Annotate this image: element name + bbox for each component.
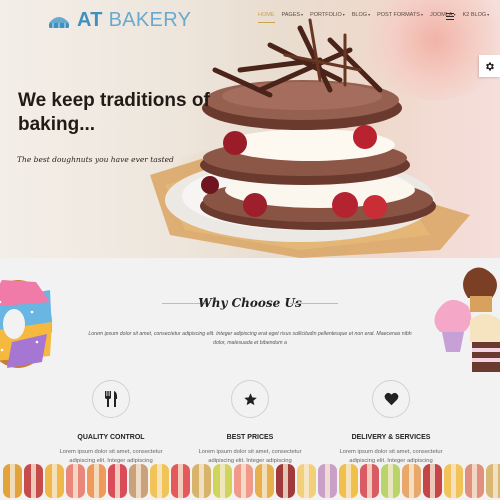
settings-button[interactable] xyxy=(479,55,500,77)
logo-text: AT BAKERY xyxy=(77,9,192,31)
donut-image xyxy=(0,280,52,368)
macaron xyxy=(87,464,106,498)
macaron xyxy=(276,464,295,498)
caret-down-icon: ▾ xyxy=(301,12,304,17)
macaron xyxy=(192,464,211,498)
gear-icon xyxy=(486,62,494,70)
macaron xyxy=(360,464,379,498)
macaron xyxy=(3,464,22,498)
feature-quality: Quality Control Lorem ipsum dolor sit am… xyxy=(31,380,191,466)
heart-icon xyxy=(384,392,398,406)
hero-title: We keep traditions of baking... xyxy=(18,90,210,135)
caret-down-icon: ▾ xyxy=(342,12,345,17)
feature-icon-circle[interactable] xyxy=(92,380,130,418)
cake-logo-icon xyxy=(49,17,69,28)
macaron xyxy=(255,464,274,498)
macaron xyxy=(24,464,43,498)
caret-down-icon: ▾ xyxy=(487,12,490,17)
macaron xyxy=(129,464,148,498)
nav-item-k2-blog[interactable]: K2 Blog▾ xyxy=(463,12,490,23)
star-icon xyxy=(243,392,257,405)
caret-down-icon: ▾ xyxy=(420,12,423,17)
macaron xyxy=(297,464,316,498)
nav-item-post-formats[interactable]: Post Formats▾ xyxy=(377,12,423,23)
utensils-icon xyxy=(105,391,118,407)
nav-item-home[interactable]: Home xyxy=(258,12,275,23)
hero-subtitle: The best doughnuts you have ever tasted xyxy=(17,155,174,164)
nav-item-portfolio[interactable]: Portfolio▾ xyxy=(310,12,345,23)
macaron xyxy=(213,464,232,498)
why-title: Why Choose Us xyxy=(198,296,302,310)
macaron xyxy=(339,464,358,498)
main-nav: Home Pages▾ Portfolio▾ Blog▾ Post Formats▾ Jo… xyxy=(258,12,489,23)
cupcakes-image xyxy=(434,267,500,372)
macaron xyxy=(150,464,169,498)
feature-icon-circle[interactable] xyxy=(231,380,269,418)
why-divider-right xyxy=(290,303,338,304)
macaron xyxy=(444,464,463,498)
feature-title: Quality Control xyxy=(77,434,145,441)
macaron xyxy=(465,464,484,498)
nav-item-pages[interactable]: Pages▾ xyxy=(282,12,304,23)
feature-icon-circle[interactable] xyxy=(372,380,410,418)
macaron xyxy=(423,464,442,498)
macaron xyxy=(402,464,421,498)
hero-banner: AT BAKERY Home Pages▾ Portfolio▾ Blog▾ Post … xyxy=(0,0,500,258)
macarons-image xyxy=(3,464,500,498)
macaron xyxy=(381,464,400,498)
macaron xyxy=(45,464,64,498)
macaron xyxy=(318,464,337,498)
hamburger-icon[interactable] xyxy=(446,13,454,20)
caret-down-icon: ▾ xyxy=(368,12,371,17)
macaron xyxy=(234,464,253,498)
macaron xyxy=(486,464,500,498)
feature-title: Best Prices xyxy=(226,434,274,441)
why-text: Lorem ipsum dolor sit amet, consectetur … xyxy=(88,331,412,346)
feature-delivery: Delivery & Services Lorem ipsum dolor si… xyxy=(311,380,471,466)
site-logo[interactable]: AT BAKERY xyxy=(47,10,191,30)
feature-title: Delivery & Services xyxy=(351,434,431,441)
feature-prices: Best Prices Lorem ipsum dolor sit amet, … xyxy=(170,380,330,466)
macaron xyxy=(66,464,85,498)
macaron xyxy=(171,464,190,498)
macaron xyxy=(108,464,127,498)
nav-item-blog[interactable]: Blog▾ xyxy=(352,12,370,23)
